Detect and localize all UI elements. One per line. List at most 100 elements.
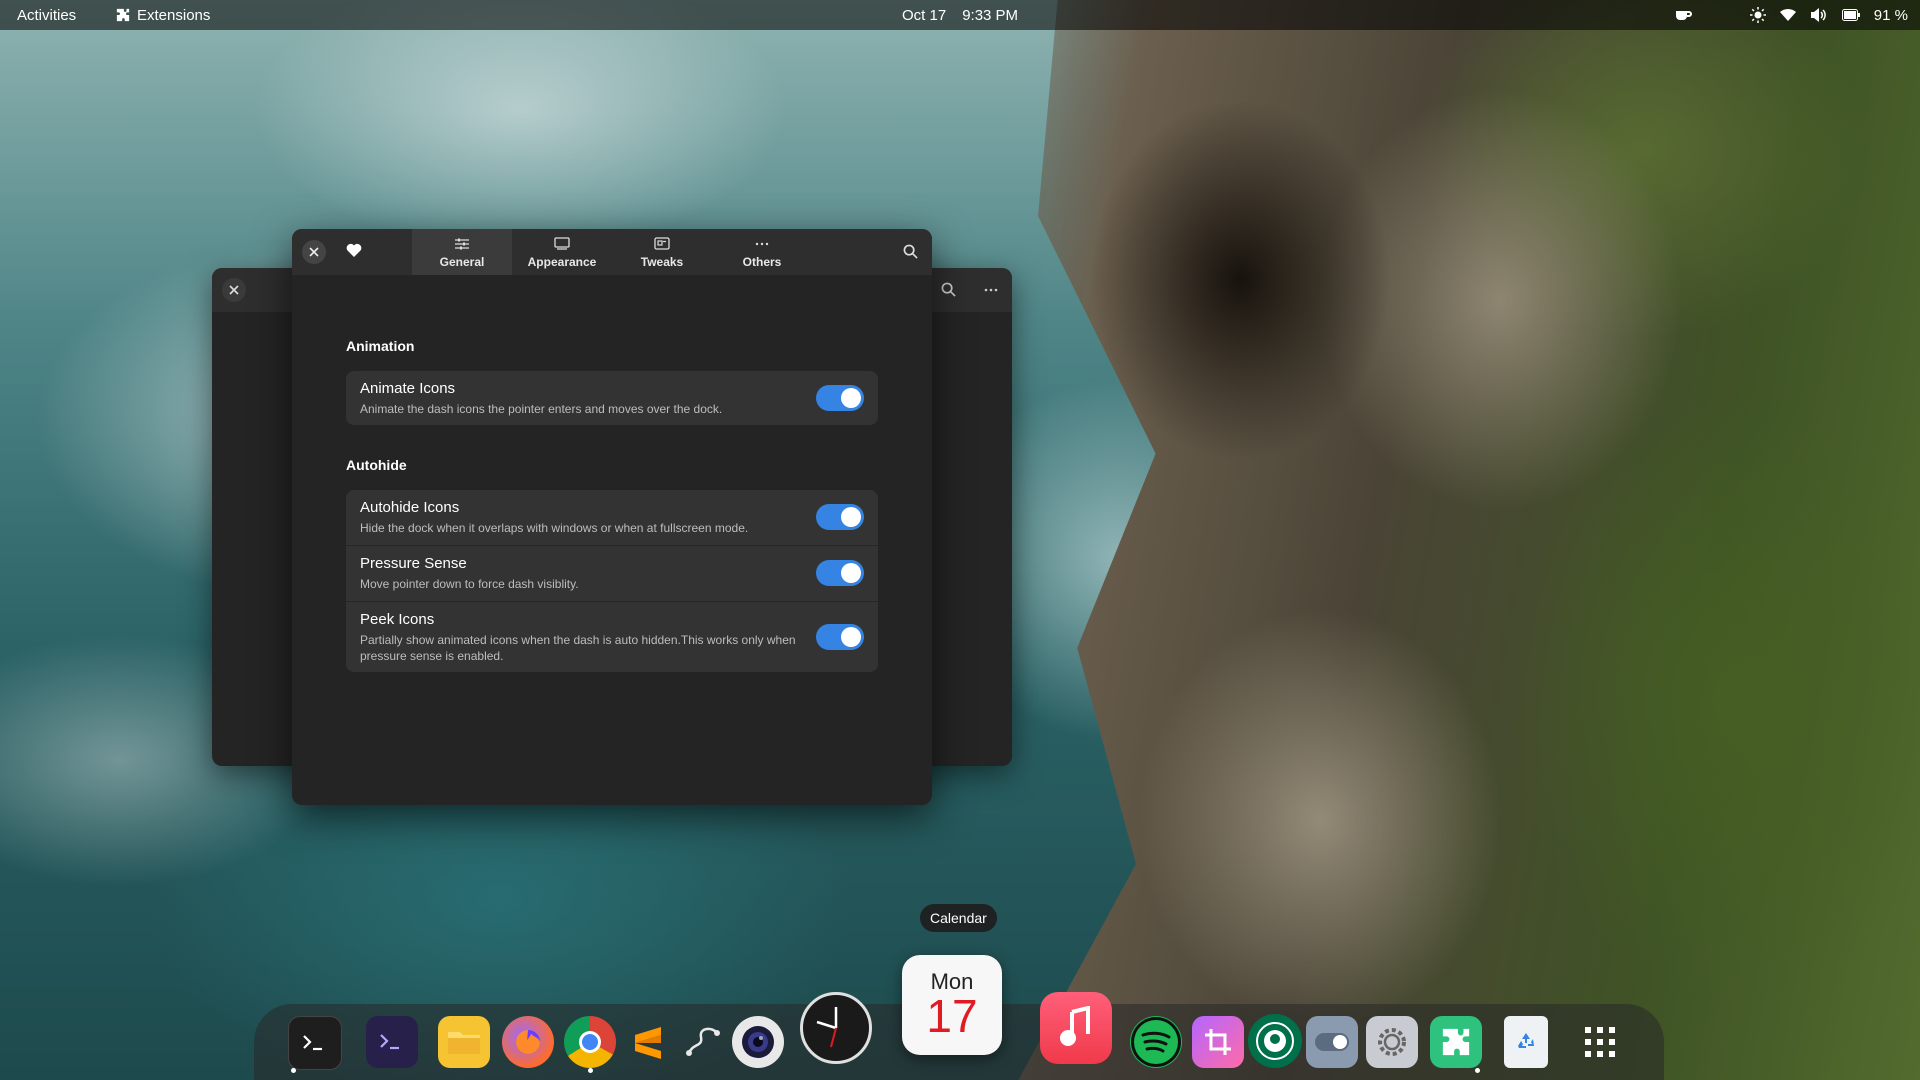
top-bar: Activities Extensions Oct 17 9:33 PM 91 … [0,0,1920,30]
toggle-knob [841,627,861,647]
system-tray[interactable]: 91 % [1674,0,1908,30]
more-icon[interactable] [984,288,998,292]
animate-icons-toggle[interactable] [816,385,864,411]
pressure-sense-toggle[interactable] [816,560,864,586]
close-button[interactable] [302,240,326,264]
firefox-icon [516,1030,540,1054]
window-header: General Appearance Tweaks Others [292,229,932,275]
toggle-knob [841,563,861,583]
animation-card: Animate Icons Animate the dash icons the… [346,371,878,425]
date-label: Oct 17 [902,6,947,24]
spotify-icon [1131,1017,1181,1067]
puzzle-icon [1442,1028,1470,1056]
dock-crop[interactable] [1192,1016,1244,1068]
toggle-knob [841,388,861,408]
recycle-icon [1518,1033,1534,1048]
dock-trash[interactable] [1504,1016,1548,1068]
toggle-icon [1315,1033,1349,1051]
battery-percent: 91 % [1873,6,1908,24]
dock-toggle-settings[interactable] [1306,1016,1358,1068]
dock-app-grid[interactable] [1574,1016,1626,1068]
dock-sublime-text[interactable] [622,1016,674,1068]
close-icon [309,247,319,257]
dock-music[interactable] [1040,992,1112,1064]
tab-others[interactable]: Others [712,229,812,275]
tab-others-label: Others [742,254,782,269]
calendar-tooltip: Calendar [920,904,997,932]
dock-chrome[interactable] [564,1016,616,1068]
puzzle-icon [116,8,130,22]
autohide-card: Autohide Icons Hide the dock when it ove… [346,490,878,672]
search-icon[interactable] [941,282,956,297]
ellipsis-icon [755,242,769,245]
wifi-icon[interactable] [1779,8,1796,22]
setting-title: Pressure Sense [360,555,467,572]
inkscape-icon [686,1027,720,1056]
tab-tweaks[interactable]: Tweaks [612,229,712,275]
setting-row-peek-icons[interactable]: Peek Icons Partially show animated icons… [346,602,878,672]
tab-appearance-label: Appearance [527,254,597,269]
time-label: 9:33 PM [962,6,1019,24]
dock-camera[interactable] [732,1016,784,1068]
tooltip-label: Calendar [930,910,987,926]
toggle-knob [841,507,861,527]
setting-row-pressure-sense[interactable]: Pressure Sense Move pointer down to forc… [346,546,878,602]
clock-button[interactable]: Oct 17 9:33 PM [902,0,1018,30]
dock-settings[interactable] [1366,1016,1418,1068]
preferences-window: General Appearance Tweaks Others Animati… [292,229,932,805]
dock-spotify[interactable] [1130,1016,1182,1068]
activities-label: Activities [17,6,77,24]
peek-icons-toggle[interactable] [816,624,864,650]
activities-button[interactable]: Activities [17,0,76,30]
setting-row-autohide-icons[interactable]: Autohide Icons Hide the dock when it ove… [346,490,878,546]
calendar-date: 17 [926,990,978,1042]
folder-icon [448,1032,480,1054]
app-grid-icon [1585,1027,1615,1057]
dock-firefox[interactable] [502,1016,554,1068]
starbucks-icon [1256,1022,1294,1060]
dock-files[interactable] [438,1016,490,1068]
dock-inkscape[interactable] [676,1016,728,1068]
setting-subtitle: Partially show animated icons when the d… [360,633,796,663]
dock-extensions[interactable] [1430,1016,1482,1068]
autohide-icons-toggle[interactable] [816,504,864,530]
camera-lens-icon [742,1026,774,1058]
running-indicator [588,1068,593,1073]
brightness-icon[interactable] [1749,7,1766,23]
music-note-icon [1060,1006,1090,1046]
dock-starbucks[interactable] [1248,1014,1302,1068]
heart-icon[interactable] [346,243,362,258]
search-icon[interactable] [903,244,918,259]
tab-appearance[interactable]: Appearance [512,229,612,275]
tweaks-icon [654,237,670,250]
setting-row-animate-icons[interactable]: Animate Icons Animate the dash icons the… [346,371,878,425]
view-switcher: General Appearance Tweaks Others [412,229,812,275]
battery-icon[interactable] [1841,9,1860,21]
dock-terminal[interactable] [288,1016,342,1070]
volume-icon[interactable] [1810,7,1828,23]
terminal-alt-icon [380,1034,399,1050]
setting-title: Animate Icons [360,380,456,397]
crop-icon [1205,1029,1231,1055]
section-title-animation: Animation [346,338,415,354]
tab-general-label: General [439,254,485,269]
tab-general[interactable]: General [412,229,512,275]
monitor-icon [554,237,570,250]
sliders-icon [455,238,469,249]
section-title-autohide: Autohide [346,457,407,473]
setting-subtitle: Hide the dock when it overlaps with wind… [360,521,749,535]
dock-calendar[interactable]: Mon 17 [902,955,1002,1055]
background-window-close-button[interactable] [222,278,246,302]
dock-terminal-alt[interactable] [366,1016,418,1068]
chrome-icon [579,1031,601,1053]
setting-title: Autohide Icons [360,499,460,516]
running-indicator [291,1068,296,1073]
tab-tweaks-label: Tweaks [640,254,684,269]
coffee-icon[interactable] [1674,7,1692,23]
setting-subtitle: Animate the dash icons the pointer enter… [360,402,723,416]
extensions-app-menu[interactable]: Extensions [116,0,210,30]
extensions-label: Extensions [137,6,211,24]
gear-icon [1378,1028,1406,1056]
dock-clock[interactable] [800,992,872,1064]
running-indicator [1475,1068,1480,1073]
